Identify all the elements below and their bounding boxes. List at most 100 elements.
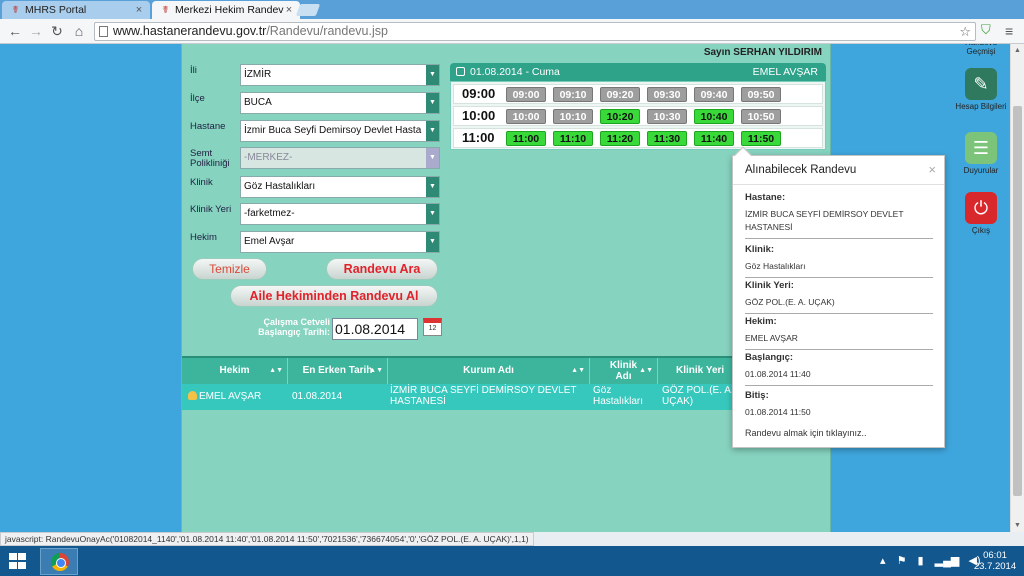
form-label: Klinik Yeri <box>190 204 232 215</box>
row-institution: İZMİR BUCA SEYFİ DEMİRSOY DEVLET HASTANE… <box>390 385 577 407</box>
page-scrollbar[interactable]: ▲ ▼ <box>1010 44 1024 532</box>
clear-button[interactable]: Temizle <box>192 258 267 280</box>
taskbar-clock[interactable]: 06:01 23.7.2014 <box>972 550 1018 572</box>
chevron-down-icon: ▼ <box>426 232 439 252</box>
popup-field: Hastane: İZMİR BUCA SEYFİ DEMİRSOY DEVLET… <box>745 192 933 239</box>
page-icon <box>99 26 108 37</box>
row-doctor-name: EMEL AVŞAR <box>199 391 262 402</box>
clock-time: 06:01 <box>983 550 1007 561</box>
column-institution[interactable]: Kurum Adı ▲▼ <box>388 358 590 384</box>
form-row: İlçe BUCA ▼ <box>184 90 446 117</box>
schedule-date-input[interactable]: 01.08.2014 <box>332 318 418 340</box>
scroll-down-arrow-icon[interactable]: ▼ <box>1014 522 1021 529</box>
form-select[interactable]: -farketmez- ▼ <box>240 203 440 225</box>
form-row: Klinik Yeri -farketmez- ▼ <box>184 201 446 228</box>
time-slot[interactable]: 11:10 <box>553 131 593 146</box>
announcement-icon: ☰ <box>965 132 997 164</box>
column-earliest-date[interactable]: En Erken Tarih ▲▼ <box>288 358 388 384</box>
clock-date: 23.7.2014 <box>973 561 1017 572</box>
family-doctor-appointment-button[interactable]: Aile Hekiminden Randevu Al <box>230 285 438 307</box>
popup-field-label: Bitiş: <box>745 390 769 401</box>
bookmark-star-icon[interactable]: ☆ <box>959 23 971 40</box>
time-slot[interactable]: 11:40 <box>694 131 734 146</box>
shield-extension-icon[interactable]: ⛉ <box>981 22 996 40</box>
signal-icon[interactable]: ▂▄▆ <box>935 555 960 567</box>
address-bar[interactable]: www.hastanerandevu.gov.tr/Randevu/randev… <box>94 22 976 41</box>
home-icon[interactable]: ⌂ <box>70 22 88 40</box>
sort-icon: ▲▼ <box>369 367 383 374</box>
side-nav-label: Çıkış <box>971 226 991 235</box>
time-slot: 10:10 <box>553 109 593 124</box>
popup-field-divider <box>745 385 933 386</box>
timetable-row: 11:00 11:00 11:10 11:20 11:30 11:40 11:50 <box>453 128 823 148</box>
sort-icon: ▲▼ <box>639 367 653 374</box>
column-hekim[interactable]: Hekim ▲▼ <box>182 358 288 384</box>
time-slot[interactable]: 10:40 <box>694 109 734 124</box>
menu-icon[interactable]: ≡ <box>1005 23 1019 39</box>
side-nav-item[interactable]: ☰ Duyurular <box>952 132 1010 175</box>
side-nav-label: Randevu Geçmişi <box>965 44 997 56</box>
popup-field: Başlangıç: 01.08.2014 11:40 <box>745 352 933 386</box>
form-row: Hastane İzmir Buca Seyfi Demirsoy Devlet … <box>184 118 446 145</box>
tab-mhrs-portal[interactable]: ☤ MHRS Portal × <box>2 1 150 19</box>
schedule-date-label: Çalışma Cetveli Başlangıç Tarihi: <box>258 317 330 337</box>
mhrs-favicon: ☤ <box>12 4 19 16</box>
form-select[interactable]: İzmir Buca Seyfi Demirsoy Devlet Hasta ▼ <box>240 120 440 142</box>
side-nav-item[interactable]: ✎ Hesap Bilgileri <box>952 68 1010 111</box>
search-appointment-button[interactable]: Randevu Ara <box>326 258 438 280</box>
mhrs-favicon: ☤ <box>162 4 169 16</box>
book-appointment-link[interactable]: Randevu almak için tıklayınız.. <box>745 428 867 438</box>
close-icon[interactable]: × <box>928 162 936 177</box>
row-doctor: EMEL AVŞAR <box>188 384 286 410</box>
chrome-taskbar-button[interactable] <box>40 548 78 575</box>
popup-field-value: 01.08.2014 11:50 <box>745 407 811 417</box>
chevron-up-icon[interactable]: ▴ <box>880 555 886 567</box>
form-select[interactable]: İZMİR ▼ <box>240 64 440 86</box>
back-arrow-icon[interactable]: ← <box>6 22 24 40</box>
time-slot[interactable]: 11:20 <box>600 131 640 146</box>
time-slot[interactable]: 10:20 <box>600 109 640 124</box>
windows-start-icon[interactable] <box>9 553 27 570</box>
scroll-thumb[interactable] <box>1013 106 1022 496</box>
calendar-icon[interactable]: 12 <box>423 318 442 336</box>
form-label: Semt Polikliniği <box>190 148 230 169</box>
forward-arrow-icon[interactable]: → <box>27 22 45 40</box>
tab-randevu[interactable]: ☤ Merkezi Hekim Randevu S × <box>152 1 300 19</box>
reload-icon[interactable]: ↻ <box>48 22 66 40</box>
power-icon: ⏻ <box>965 192 997 224</box>
close-icon[interactable]: × <box>284 2 294 19</box>
timetable-hour: 09:00 <box>462 86 496 101</box>
time-slot[interactable]: 11:30 <box>647 131 687 146</box>
side-nav-item[interactable]: Randevu Geçmişi <box>952 44 1010 56</box>
column-clinic-name[interactable]: Klinik Adı ▲▼ <box>590 358 658 384</box>
popup-field-value: GÖZ POL.(E. A. UÇAK) <box>745 297 835 307</box>
form-label: Hastane <box>190 121 226 132</box>
timetable-row: 10:00 10:00 10:10 10:20 10:30 10:40 10:50 <box>453 106 823 126</box>
close-icon[interactable]: × <box>134 2 144 19</box>
form-label: Hekim <box>190 232 217 243</box>
time-slot[interactable]: 11:50 <box>741 131 781 146</box>
side-nav-item[interactable]: ⏻ Çıkış <box>952 192 1010 235</box>
form-select[interactable]: Emel Avşar ▼ <box>240 231 440 253</box>
time-slot[interactable]: 11:00 <box>506 131 546 146</box>
row-clinic-place: GÖZ POL.(E. A. UÇAK) <box>662 385 734 407</box>
flag-icon[interactable]: ⚑ <box>897 555 907 567</box>
scroll-up-arrow-icon[interactable]: ▲ <box>1014 47 1021 54</box>
time-slot: 09:10 <box>553 87 593 102</box>
new-tab-button[interactable] <box>295 4 321 16</box>
column-label: Kurum Adı <box>463 365 514 376</box>
popup-field: Klinik: Göz Hastalıkları <box>745 244 933 278</box>
form-select-value: BUCA <box>244 97 272 108</box>
popup-field-divider <box>745 313 933 314</box>
time-slot: 09:50 <box>741 87 781 102</box>
form-label: Klinik <box>190 177 213 188</box>
form-select[interactable]: Göz Hastalıkları ▼ <box>240 176 440 198</box>
column-label: Klinik Yeri <box>676 365 725 376</box>
popup-field-label: Hastane: <box>745 192 786 203</box>
form-select: -MERKEZ- ▼ <box>240 147 440 169</box>
form-select[interactable]: BUCA ▼ <box>240 92 440 114</box>
popup-field-label: Klinik: <box>745 244 775 255</box>
form-label: İlçe <box>190 93 205 104</box>
battery-icon[interactable]: ▮ <box>918 555 924 567</box>
popup-field: Hekim: EMEL AVŞAR <box>745 316 933 350</box>
